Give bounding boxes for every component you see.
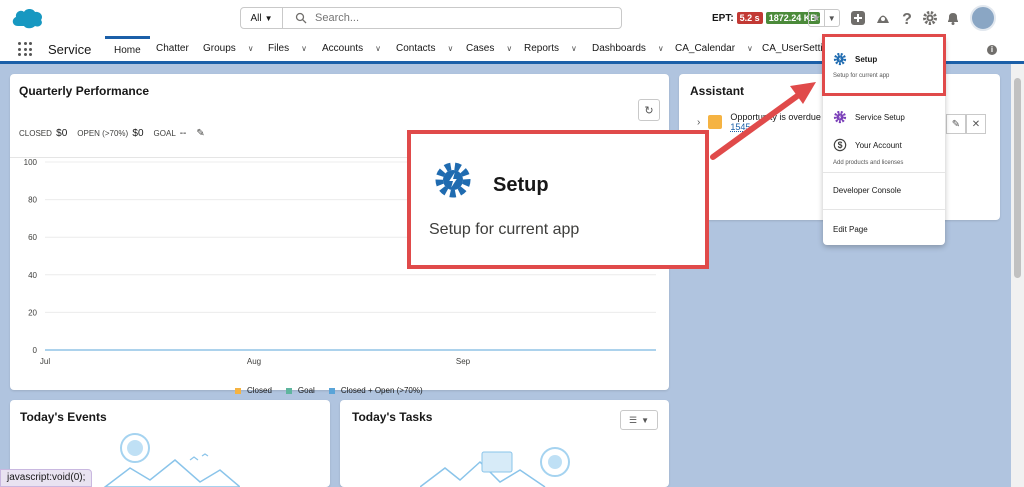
- menu-divider: [823, 172, 945, 173]
- service-setup-gear-icon: [833, 110, 847, 124]
- svg-text:$: $: [838, 140, 843, 150]
- page-scrollbar[interactable]: [1011, 64, 1024, 487]
- callout-title: Setup: [493, 174, 549, 196]
- dollar-circle-icon: $: [833, 138, 847, 152]
- setup-zoom-callout: Setup Setup for current app: [407, 130, 709, 269]
- menu-item-developer-console[interactable]: Developer Console: [833, 186, 901, 195]
- status-bar-url: javascript:void(0);: [0, 469, 93, 487]
- setup-gear-icon: [435, 162, 471, 198]
- menu-item-service-setup[interactable]: Service Setup: [833, 110, 905, 124]
- menu-divider: [823, 209, 945, 210]
- scrollbar-thumb[interactable]: [1014, 78, 1021, 278]
- menu-item-edit-page[interactable]: Edit Page: [833, 225, 868, 234]
- menu-item-your-account[interactable]: $ Your Account: [833, 138, 902, 152]
- your-account-description: Add products and licenses: [833, 160, 904, 166]
- highlight-box: [822, 34, 946, 96]
- callout-subtitle: Setup for current app: [429, 221, 580, 238]
